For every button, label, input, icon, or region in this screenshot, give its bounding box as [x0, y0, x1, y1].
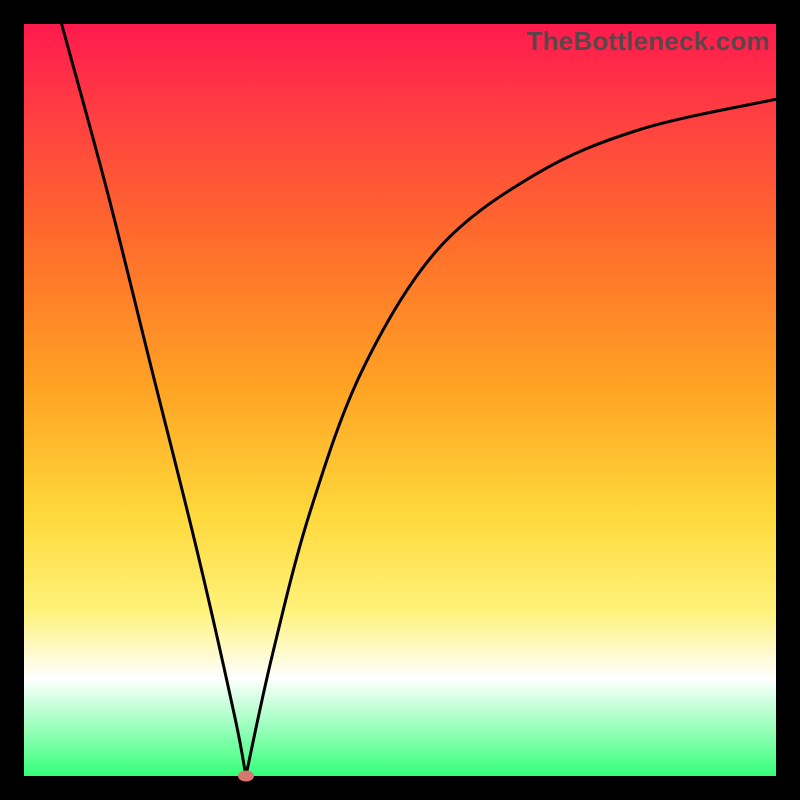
- curve-left-branch: [62, 24, 246, 776]
- curve-right-branch: [246, 99, 776, 776]
- chart-svg: [24, 24, 776, 776]
- minimum-marker: [238, 771, 254, 782]
- plot-area: TheBottleneck.com: [24, 24, 776, 776]
